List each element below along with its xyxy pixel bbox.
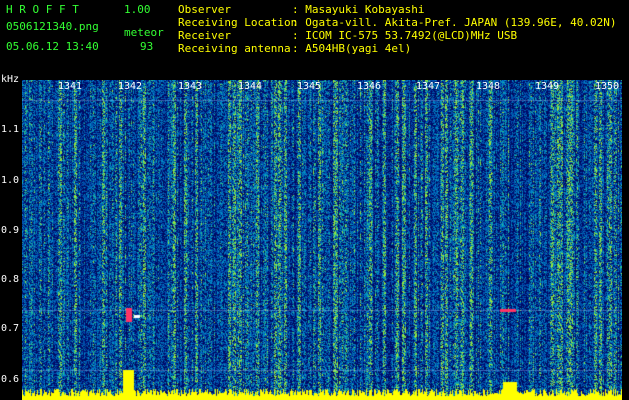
x-tick-label: 1350 [595,81,620,92]
y-axis-unit: kHz [1,74,20,85]
version-label: 1.00 [124,3,151,16]
location-key: Receiving Location [178,16,298,29]
count-label: 93 [140,40,154,53]
x-tick-label: 1341 [58,81,83,92]
mode-label: meteor [124,26,164,39]
x-tick-label: 1348 [476,81,501,92]
y-tick-label: 0.7 [1,323,20,334]
antenna-key: Receiving antenna [178,42,291,55]
filename-label: 0506121340.png [6,20,99,33]
x-tick-label: 1346 [357,81,382,92]
x-tick-label: 1344 [238,81,263,92]
receiver-value: : ICOM IC-575 53.7492(@LCD)MHz USB [292,29,518,42]
datetime-label: 05.06.12 13:40 [6,40,99,53]
x-tick-label: 1347 [416,81,441,92]
location-value: : Ogata-vill. Akita-Pref. JAPAN (139.96E… [292,16,617,29]
y-tick-label: 1.0 [1,175,20,186]
y-tick-label: 1.1 [1,124,20,135]
x-tick-label: 1343 [178,81,203,92]
y-tick-label: 0.6 [1,374,20,385]
x-tick-label: 1345 [297,81,322,92]
y-tick-label: 0.9 [1,225,20,236]
observer-value: : Masayuki Kobayashi [292,3,425,16]
spectrogram-canvas [22,80,622,400]
antenna-value: : A504HB(yagi 4el) [292,42,412,55]
receiver-key: Receiver [178,29,231,42]
y-tick-label: 0.8 [1,274,20,285]
x-tick-label: 1349 [535,81,560,92]
app-name: H R O F F T [6,3,79,16]
observer-key: Observer [178,3,231,16]
x-tick-label: 1342 [118,81,143,92]
